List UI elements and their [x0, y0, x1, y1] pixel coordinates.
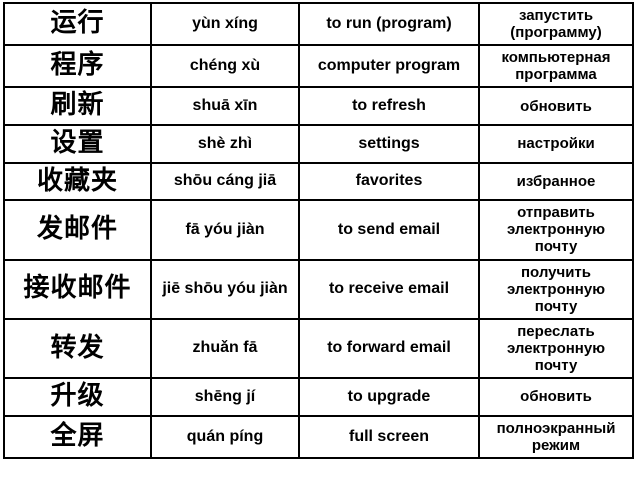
table-cell-pinyin: chéng xù: [150, 44, 300, 89]
table-cell-pinyin: zhuǎn fā: [150, 317, 300, 380]
table-cell-russian: избранное: [478, 161, 634, 202]
table-cell-english: to receive email: [298, 258, 480, 320]
table-cell-english: settings: [298, 124, 480, 164]
vocabulary-table-body: 运行 yùn xíng to run (program) запустить (про…: [3, 1, 634, 459]
table-row: 转发 zhuǎn fā to forward email переслать элек…: [3, 317, 634, 380]
table-row: 收藏夹 shōu cáng jiā favorites избранное: [3, 161, 634, 202]
table-cell-hanzi: 升级: [3, 377, 152, 417]
table-cell-pinyin: yùn xíng: [150, 1, 300, 47]
table-cell-hanzi: 接收邮件: [3, 258, 152, 320]
table-row: 发邮件 fā yóu jiàn to send email отправить эле…: [3, 199, 634, 261]
table-row: 刷新 shuā xīn to refresh обновить: [3, 86, 634, 126]
table-cell-hanzi: 收藏夹: [3, 161, 152, 202]
table-cell-hanzi: 运行: [3, 1, 152, 47]
table-cell-english: to upgrade: [298, 377, 480, 417]
table-cell-english: favorites: [298, 161, 480, 202]
vocabulary-table-container: 运行 yùn xíng to run (program) запустить (про…: [0, 0, 636, 503]
table-cell-hanzi: 程序: [3, 44, 152, 89]
table-cell-russian: компьютерная программа: [478, 44, 634, 89]
table-cell-hanzi: 刷新: [3, 86, 152, 126]
table-cell-russian: обновить: [478, 86, 634, 126]
table-cell-pinyin: jiē shōu yóu jiàn: [150, 258, 300, 320]
table-cell-english: computer program: [298, 44, 480, 89]
table-cell-hanzi: 发邮件: [3, 199, 152, 261]
table-cell-pinyin: shōu cáng jiā: [150, 161, 300, 202]
table-cell-russian: запустить (программу): [478, 1, 634, 47]
table-cell-english: to run (program): [298, 1, 480, 47]
table-cell-hanzi: 全屏: [3, 414, 152, 459]
table-cell-pinyin: fā yóu jiàn: [150, 199, 300, 261]
table-cell-russian: обновить: [478, 377, 634, 417]
table-cell-english: full screen: [298, 414, 480, 459]
table-row: 升级 shēng jí to upgrade обновить: [3, 377, 634, 417]
table-row: 全屏 quán píng full screen полноэкранный режи…: [3, 414, 634, 459]
table-cell-russian: отправить электронную почту: [478, 199, 634, 261]
table-row: 设置 shè zhì settings настройки: [3, 124, 634, 164]
table-cell-pinyin: shè zhì: [150, 124, 300, 164]
table-cell-russian: переслать электронную почту: [478, 317, 634, 380]
table-cell-russian: полноэкранный режим: [478, 414, 634, 459]
table-row: 接收邮件 jiē shōu yóu jiàn to receive email пол…: [3, 258, 634, 320]
vocabulary-table: 运行 yùn xíng to run (program) запустить (про…: [3, 1, 634, 459]
table-cell-russian: настройки: [478, 124, 634, 164]
table-cell-english: to refresh: [298, 86, 480, 126]
table-cell-english: to forward email: [298, 317, 480, 380]
table-cell-pinyin: shēng jí: [150, 377, 300, 417]
table-cell-pinyin: shuā xīn: [150, 86, 300, 126]
table-cell-russian: получить электронную почту: [478, 258, 634, 320]
table-cell-hanzi: 设置: [3, 124, 152, 164]
table-cell-english: to send email: [298, 199, 480, 261]
table-row: 运行 yùn xíng to run (program) запустить (про…: [3, 1, 634, 47]
table-row: 程序 chéng xù computer program компьютерная п…: [3, 44, 634, 89]
table-cell-pinyin: quán píng: [150, 414, 300, 459]
table-cell-hanzi: 转发: [3, 317, 152, 380]
